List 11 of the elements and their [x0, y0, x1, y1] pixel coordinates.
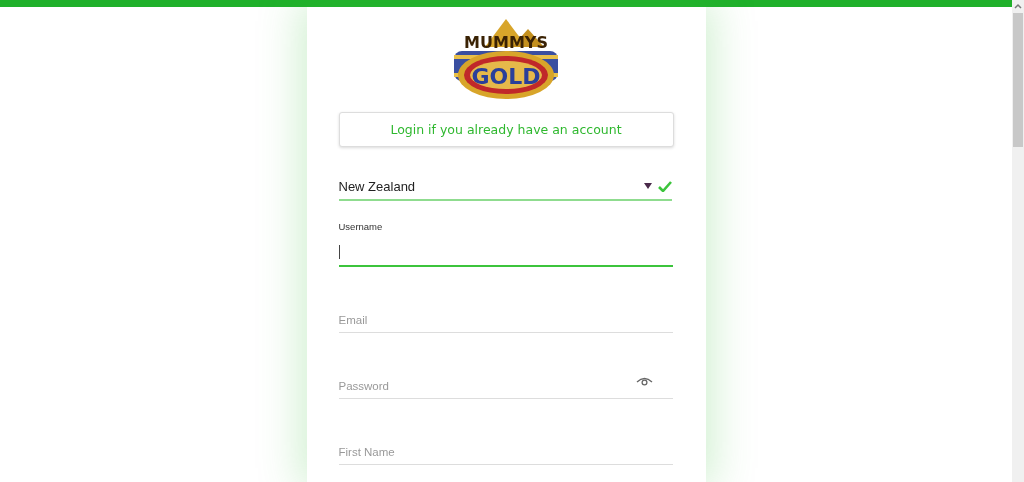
scrollbar[interactable]	[1012, 0, 1024, 482]
input-field[interactable]: Email	[338, 303, 673, 333]
text-cursor	[338, 245, 340, 259]
dropdown-caret-icon	[643, 183, 652, 189]
input-field[interactable]: Password	[338, 369, 673, 399]
country-select[interactable]: New Zealand	[338, 173, 672, 201]
input-field[interactable]: First Name	[338, 435, 673, 465]
login-button[interactable]: Login if you already have an account	[338, 112, 674, 147]
field-label: Username	[338, 220, 384, 234]
scrollbar-thumb[interactable]	[1013, 13, 1023, 147]
eye-icon[interactable]	[635, 377, 653, 386]
